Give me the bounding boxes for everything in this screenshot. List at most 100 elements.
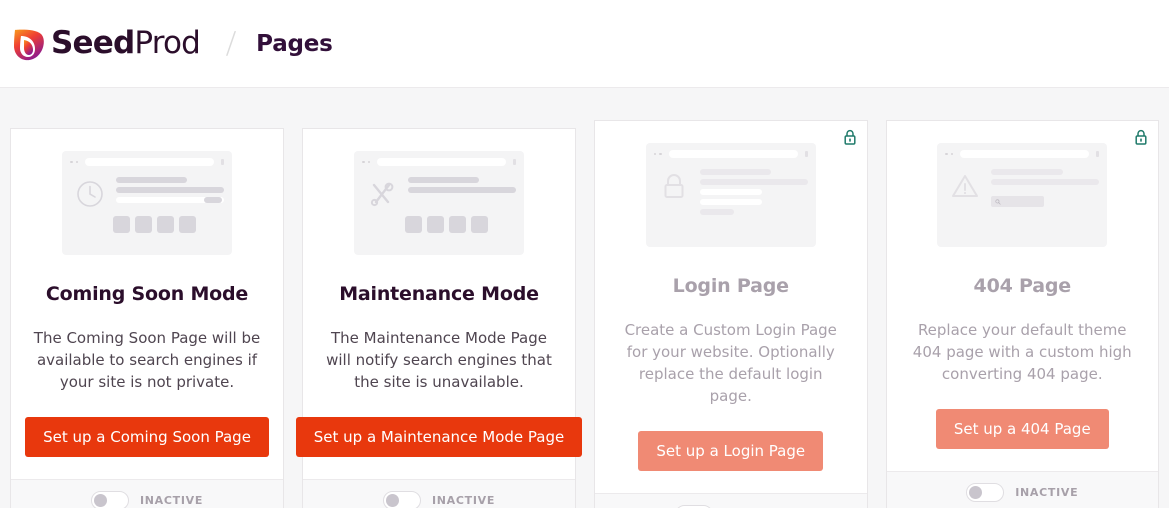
toggle-status-label: INACTIVE: [1015, 486, 1079, 499]
thumb-text-lines: [991, 169, 1100, 207]
toggle-knob: [93, 494, 107, 507]
card-body: 404 Page Replace your default theme 404 …: [887, 121, 1159, 471]
thumb-field: [699, 189, 763, 195]
thumb-submit-button: [699, 209, 735, 215]
thumb-browser-bar: [945, 150, 1100, 158]
card-body: Login Page Create a Custom Login Page fo…: [595, 121, 867, 493]
thumb-content: [654, 169, 808, 215]
card-title: Login Page: [672, 275, 789, 297]
card-body: Coming Soon Mode The Coming Soon Page wi…: [11, 129, 283, 479]
setup-maintenance-mode-button[interactable]: Set up a Maintenance Mode Page: [295, 417, 583, 457]
thumb-browser-bar: [653, 150, 808, 158]
brand-name-light: Prod: [134, 25, 201, 61]
thumb-line: [408, 177, 480, 183]
browser-dot-icon: [950, 152, 954, 156]
padlock-outline-icon: [659, 171, 689, 201]
thumb-field: [699, 199, 763, 205]
browser-menu-icon: [1096, 151, 1100, 157]
breadcrumb-separator: /: [225, 26, 237, 61]
card-coming-soon: Coming Soon Mode The Coming Soon Page wi…: [10, 128, 284, 508]
search-icon: [995, 198, 1001, 205]
brand-logo[interactable]: SeedProd: [12, 25, 201, 62]
browser-dot-icon: [659, 152, 662, 156]
card-description: The Maintenance Mode Page will notify se…: [326, 329, 552, 391]
setup-404-page-button[interactable]: Set up a 404 Page: [935, 409, 1109, 449]
card-login-page: Login Page Create a Custom Login Page fo…: [594, 120, 868, 508]
card-title: Maintenance Mode: [339, 283, 539, 305]
card-footer: INACTIVE: [886, 471, 1158, 508]
card-description: The Coming Soon Page will be available t…: [33, 329, 261, 391]
thumb-block: [113, 216, 130, 233]
card-description: Replace your default theme 404 page with…: [912, 321, 1132, 383]
browser-dot-icon: [70, 160, 73, 164]
thumb-line: [991, 179, 1100, 185]
card-footer: INACTIVE: [303, 479, 575, 508]
thumb-content: [945, 169, 1100, 207]
thumb-search-box: [991, 196, 1045, 207]
card-title: 404 Page: [973, 275, 1072, 297]
thumb-content: [362, 177, 516, 209]
card-maintenance-mode: Maintenance Mode The Maintenance Mode Pa…: [295, 128, 583, 508]
activation-toggle[interactable]: [382, 491, 421, 508]
browser-urlbar: [668, 150, 798, 158]
thumb-block: [449, 216, 466, 233]
setup-login-page-button[interactable]: Set up a Login Page: [638, 431, 824, 471]
thumb-block: [427, 216, 444, 233]
tools-icon: [367, 179, 397, 209]
browser-menu-icon: [221, 159, 224, 165]
toggle-status-label: INACTIVE: [431, 494, 496, 507]
thumb-input-line: [116, 197, 224, 203]
padlock-icon: [1134, 129, 1148, 145]
thumb-countdown-blocks: [362, 216, 516, 233]
thumb-text-lines: [408, 177, 516, 209]
browser-urlbar: [960, 150, 1090, 158]
brand-name-bold: Seed: [51, 25, 135, 61]
browser-menu-icon: [513, 159, 516, 165]
thumb-block: [405, 216, 422, 233]
browser-urlbar: [377, 158, 506, 166]
toggle-knob: [385, 494, 399, 507]
activation-toggle[interactable]: [90, 491, 129, 508]
browser-dot-icon: [362, 160, 365, 164]
thumb-line: [991, 169, 1063, 175]
activation-toggle[interactable]: [966, 483, 1005, 502]
brand-name: SeedProd: [51, 25, 201, 61]
browser-dot-icon: [945, 152, 948, 156]
warning-triangle-icon: [950, 171, 980, 201]
thumb-block: [471, 216, 488, 233]
thumbnail-maintenance-mode: [354, 151, 524, 255]
thumb-line: [116, 187, 224, 193]
thumb-input-button: [204, 197, 222, 203]
thumb-line: [699, 169, 772, 175]
card-title: Coming Soon Mode: [45, 283, 249, 305]
thumb-text-lines: [116, 177, 224, 209]
setup-coming-soon-button[interactable]: Set up a Coming Soon Page: [25, 417, 269, 457]
card-body: Maintenance Mode The Maintenance Mode Pa…: [295, 129, 583, 479]
clock-icon: [75, 179, 105, 209]
thumb-block: [157, 216, 174, 233]
browser-dot-icon: [367, 160, 370, 164]
thumbnail-404-page: [937, 143, 1108, 247]
padlock-icon: [843, 129, 857, 145]
thumb-block: [179, 216, 196, 233]
thumb-browser-bar: [70, 158, 224, 166]
page-title: Pages: [256, 30, 333, 57]
thumb-line: [699, 179, 808, 185]
seedprod-leaf-logo-icon: [12, 26, 46, 62]
browser-dot-icon: [653, 152, 657, 156]
toggle-status-label: INACTIVE: [139, 494, 204, 507]
thumb-countdown-blocks: [70, 216, 224, 233]
pages-card-grid: Coming Soon Mode The Coming Soon Page wi…: [0, 88, 1169, 508]
toggle-knob: [969, 486, 983, 499]
thumbnail-coming-soon: [62, 151, 232, 255]
card-footer: INACTIVE: [11, 479, 283, 508]
app-header: SeedProd / Pages: [0, 0, 1169, 88]
thumb-browser-bar: [362, 158, 516, 166]
thumb-line: [408, 187, 516, 193]
thumbnail-login-page: [645, 143, 816, 247]
browser-dot-icon: [75, 160, 78, 164]
browser-urlbar: [85, 158, 214, 166]
card-description: Create a Custom Login Page for your webs…: [624, 321, 837, 405]
card-404-page: 404 Page Replace your default theme 404 …: [885, 120, 1159, 508]
thumb-line: [116, 177, 188, 183]
